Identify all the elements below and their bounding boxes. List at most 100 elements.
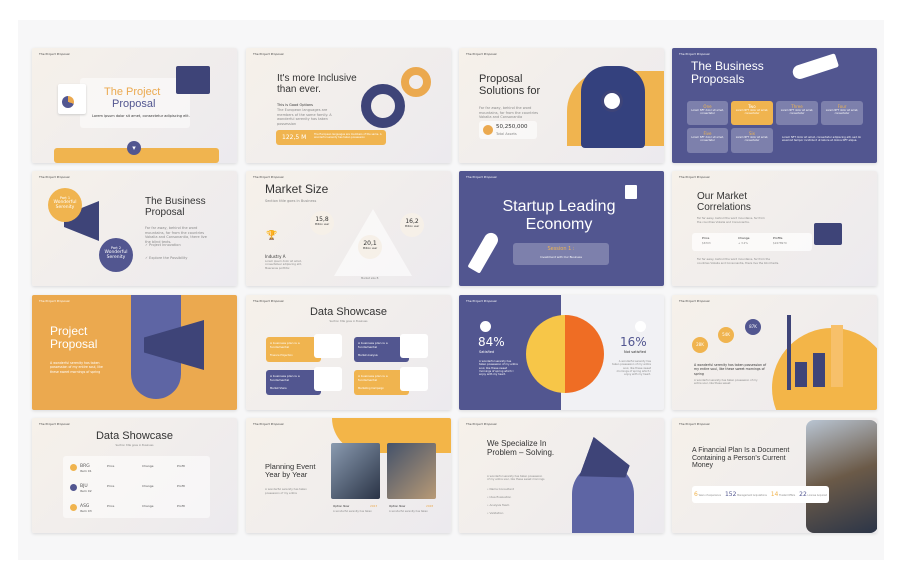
slide-2[interactable]: The Project Proposal It's more Inclusive… [246,48,451,163]
rocket-icon [790,53,840,81]
brand-label: The Project Proposal [679,299,710,303]
table-row: BJU Item 02 Price Change Profit [70,484,205,504]
chevron-down-icon[interactable]: ▾ [127,141,141,155]
list-item: • Validation [487,511,504,515]
title: Data Showcase [309,306,388,318]
bar-chart-axis [787,315,791,390]
triangle-label: Market size B [361,277,379,280]
subtitle: Lorem ipsum dolor sit amet, consectetur … [92,114,190,118]
brand-label: The Project Proposal [466,299,497,303]
col-value-change: + 3.2% [738,241,748,245]
title: Proposal Solutions for [479,73,541,98]
slide-14[interactable]: The Project Proposal Planning Event Year… [246,418,451,533]
list-item: • Name Consultant [487,487,514,491]
brand-label: The Project Proposal [39,299,70,303]
option-2-title: Option Now [389,504,406,508]
body: Far far away, behind the word mountains,… [479,106,539,120]
col-value-profits: $2478970 [773,241,787,245]
unsatisfied-text: A wonderful serenity has taken possessio… [612,360,651,377]
slide-4[interactable]: The Project Proposal The Business Propos… [672,48,877,163]
stat-text: The European languages are members of th… [314,133,382,139]
rocket-icon [467,230,501,274]
slide-11[interactable]: The Project Proposal 84% Satisfied A won… [459,295,664,410]
stat-offers: 14 Trusted Offers [770,491,796,498]
slide-7[interactable]: The Project Proposal Startup Leading Eco… [459,171,664,286]
session-subtitle: Investment with Our Business [540,255,582,259]
slide-16[interactable]: The Project Proposal A Financial Plan Is… [672,418,877,533]
value-circle-1: 15,8 Million user [310,211,334,235]
subtitle: Section title goes in Business [115,444,154,447]
heading: This is Good Options [277,103,314,107]
share-icon [70,504,77,511]
body: A wonderful serenity has taken possessio… [265,487,307,495]
brand-label: The Project Proposal [39,422,70,426]
col-header-change: Change [738,236,750,240]
body: A wonderful serenity has taken possessio… [694,379,758,386]
stat-value: 50,250,000 [496,124,528,130]
title: A Financial Plan Is a Document Containin… [692,447,790,470]
circle-part-1: Part 1 Wonderful Serenity [48,188,82,222]
slide-3[interactable]: The Project Proposal Proposal Solutions … [459,48,664,163]
brand-label: The Project Proposal [39,175,70,179]
body: Far far away, behind the word mountains,… [145,226,207,244]
brand-label: The Project Proposal [253,422,284,426]
stat-management: 152 Management Acquisitions [724,491,767,498]
satisfied-label: Satisfied [479,350,495,354]
slide-12[interactable]: The Project Proposal 28K 54K 87K A wonde… [672,295,877,410]
slide-15[interactable]: The Project Proposal We Specialize In Pr… [459,418,664,533]
stat-value: 122,5 M [282,134,307,141]
slide-6[interactable]: The Project Proposal Market Size Section… [246,171,451,286]
slide-9[interactable]: The Project Proposal Project Proposal A … [32,295,237,410]
trophy-icon: 🏆 [266,231,278,241]
table-row: BRG Item 01 Price Change Profit [70,464,205,484]
value-circle-2: 20,1 Million user [358,235,382,259]
subtitle: Section title goes in Business [329,320,368,323]
chart-thumb-1 [314,334,342,358]
title: A wonderful serenity has taken possessio… [694,363,767,376]
brand-label: The Project Proposal [679,175,710,179]
list-item: • Analysis Team [487,503,510,507]
slide-13[interactable]: The Project Proposal Data Showcase Secti… [32,418,237,533]
title: It's more Inclusive than ever. [277,73,357,95]
chart-thumb-4 [400,367,428,391]
cloud-icon [70,464,77,471]
bubble-3: 87K [745,319,761,335]
slide-5[interactable]: The Project Proposal Part 1 Wonderful Ser… [32,171,237,286]
proposal-box-6: Six Lorem NFT dolor sit amet, consectetur [731,128,773,153]
thumbs-up-icon [480,321,491,332]
brand-label: The Project Proposal [253,299,284,303]
body: Lorem NFT dolor sit amet, consectetur ad… [782,136,861,143]
bar-chart-icon [176,66,210,94]
office-photo [806,420,877,533]
title: Startup Leading Economy [502,198,616,233]
option-1-desc: A wonderful serenity has taken [333,510,372,513]
title: Planning Event Year by Year [265,462,316,480]
proposal-box-1: One Lorem NFT dolor sit amet, consectetur [687,101,728,125]
title: Our Market Correlations [697,191,751,213]
brand-label: The Project Proposal [253,175,284,179]
proposal-box-2: Two Lorem NFT dolor sit amet, consectetur [731,101,773,125]
col-header-profits: Profits [773,236,783,240]
list-item: • Idea Evaluation [487,495,512,499]
chart-thumb-3 [314,367,342,391]
value-circle-3: 16,2 Million user [400,213,424,237]
body: A wonderful serenity has taken possessio… [50,361,103,374]
slide-8[interactable]: The Project Proposal Our Market Correlat… [672,171,877,286]
proposal-box-3: Three Lorem NFT dolor sit amet, consectet… [776,101,818,125]
title: Market Size [265,182,329,196]
brand-label: The Project Proposal [253,52,284,56]
body-2: Far far away, behind the word mountains,… [697,257,779,265]
bubble-1: 28K [692,337,708,353]
pie-icon [483,125,493,135]
pie-chart-icon [58,84,86,114]
chart-thumb-2 [400,334,428,358]
slide-10[interactable]: The Project Proposal Data Showcase Secti… [246,295,451,410]
thumbs-down-icon [635,321,646,332]
document-search-icon [625,185,637,199]
brand-label: The Project Proposal [466,52,497,56]
brand-label: The Project Proposal [39,52,70,56]
title: The Business Proposals [691,59,764,87]
slide-1[interactable]: The Project Proposal The Project Proposa… [32,48,237,163]
data-card-3: A business plan is a fundamental Market S… [266,370,321,395]
stat-label: Total Assets [496,132,517,136]
